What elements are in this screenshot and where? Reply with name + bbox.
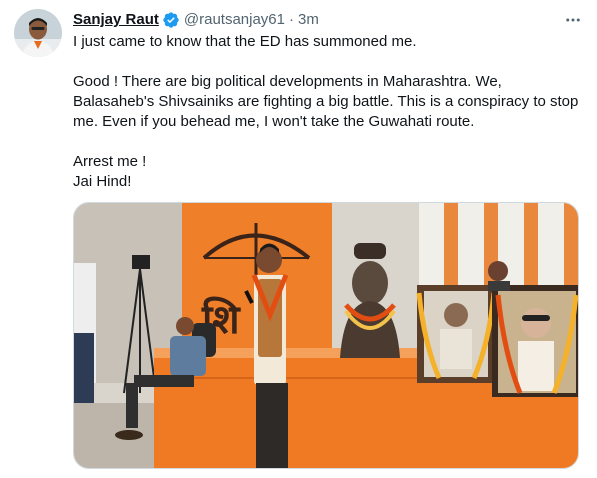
press-conference-photo: शि — [74, 203, 578, 468]
tweet-line: Balasaheb's Shivsainiks are fighting a b… — [73, 93, 579, 110]
author-handle[interactable]: @rautsanjay61 — [184, 10, 285, 30]
tweet-media-photo[interactable]: शि — [73, 202, 579, 469]
tweet-line: Arrest me ! — [73, 153, 147, 170]
verified-badge-icon — [163, 12, 179, 28]
avatar-photo — [14, 9, 62, 57]
more-options-icon[interactable] — [563, 10, 583, 30]
tweet-timestamp[interactable]: 3m — [298, 10, 319, 30]
more-options-glyph — [566, 18, 580, 22]
tweet-line: me. Even if you behead me, I won't take … — [73, 113, 475, 130]
tweet-line: Jai Hind! — [73, 173, 132, 190]
tweet-text: I just came to know that the ED has summ… — [73, 32, 583, 192]
author-display-name[interactable]: Sanjay Raut — [73, 10, 159, 30]
tweet-header: Sanjay Raut @rautsanjay61 · 3m — [73, 9, 583, 31]
tweet-card[interactable]: Sanjay Raut @rautsanjay61 · 3m I just ca… — [0, 0, 597, 478]
tweet-line: I just came to know that the ED has summ… — [73, 33, 417, 50]
author-avatar[interactable] — [14, 9, 62, 57]
header-separator: · — [289, 11, 294, 28]
tweet-line: Good ! There are big political developme… — [73, 73, 502, 90]
